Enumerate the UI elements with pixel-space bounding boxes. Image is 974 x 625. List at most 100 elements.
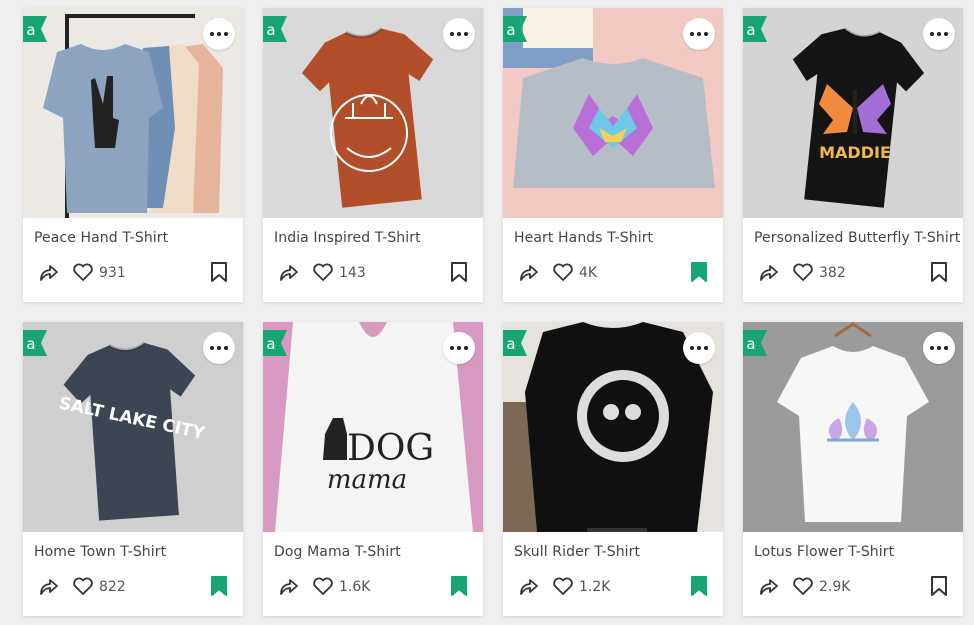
share-icon <box>277 260 301 289</box>
product-image[interactable]: a <box>503 8 723 218</box>
product-title[interactable]: India Inspired T-Shirt <box>274 230 421 246</box>
more-options-button[interactable] <box>683 18 715 50</box>
save-button[interactable] <box>449 261 469 288</box>
like-button[interactable] <box>71 576 95 600</box>
share-button[interactable] <box>757 576 781 600</box>
share-button[interactable] <box>277 576 301 600</box>
share-icon <box>757 260 781 289</box>
svg-text:a: a <box>506 335 515 353</box>
product-image[interactable]: a <box>23 8 243 218</box>
heart-icon <box>551 260 575 289</box>
more-dot-icon <box>450 346 454 350</box>
bookmark-icon <box>929 261 949 288</box>
heart-icon <box>311 574 335 603</box>
share-button[interactable] <box>277 262 301 286</box>
product-card[interactable]: DOG mama a Dog Mama T-Shirt 1.6K <box>263 322 483 616</box>
product-title[interactable]: Dog Mama T-Shirt <box>274 544 401 560</box>
like-button[interactable] <box>311 576 335 600</box>
product-title[interactable]: Peace Hand T-Shirt <box>34 230 168 246</box>
product-card[interactable]: a Lotus Flower T-Shirt 2.9K <box>743 322 963 616</box>
brand-badge-icon: a <box>23 16 47 42</box>
more-dot-icon <box>210 346 214 350</box>
product-card[interactable]: a Skull Rider T-Shirt 1.2K <box>503 322 723 616</box>
like-count: 822 <box>99 579 126 595</box>
save-button[interactable] <box>209 261 229 286</box>
share-button[interactable] <box>37 262 61 286</box>
product-image[interactable]: DOG mama a <box>263 322 483 532</box>
more-dot-icon <box>217 346 221 350</box>
svg-text:a: a <box>746 21 755 39</box>
more-options-button[interactable] <box>203 332 235 364</box>
like-button[interactable] <box>551 262 575 286</box>
heart-icon <box>311 260 335 289</box>
like-count: 4K <box>579 265 598 281</box>
bookmark-icon <box>689 261 709 288</box>
brand-badge-icon: a <box>743 16 767 42</box>
svg-text:a: a <box>746 335 755 353</box>
more-options-button[interactable] <box>683 332 715 364</box>
product-card[interactable]: a Heart Hands T-Shirt 4K <box>503 8 723 302</box>
like-count: 1.2K <box>579 579 611 595</box>
bookmark-icon <box>449 261 469 288</box>
svg-text:a: a <box>26 21 35 39</box>
product-card[interactable]: SALT LAKE CITY a Home Town T-Shirt 822 <box>23 322 243 616</box>
product-card[interactable]: MADDIE a Personalized Butterfly T-Shirt … <box>743 8 963 302</box>
product-title[interactable]: Lotus Flower T-Shirt <box>754 544 894 560</box>
like-button[interactable] <box>311 262 335 286</box>
more-dot-icon <box>210 32 214 36</box>
bookmark-icon <box>689 575 709 602</box>
more-dot-icon <box>450 32 454 36</box>
like-button[interactable] <box>791 576 815 600</box>
share-icon <box>37 260 61 289</box>
product-title[interactable]: Home Town T-Shirt <box>34 544 166 560</box>
save-button[interactable] <box>689 575 709 602</box>
like-count: 931 <box>99 265 126 281</box>
more-options-button[interactable] <box>443 18 475 50</box>
more-dot-icon <box>224 346 228 350</box>
bookmark-icon <box>929 575 949 602</box>
card-actions: 931 <box>35 261 231 286</box>
share-icon <box>517 260 541 289</box>
more-options-button[interactable] <box>923 332 955 364</box>
like-button[interactable] <box>551 576 575 600</box>
share-icon <box>757 574 781 603</box>
product-image[interactable]: a <box>263 8 483 218</box>
bookmark-icon <box>209 575 229 602</box>
save-button[interactable] <box>689 261 709 288</box>
product-title[interactable]: Heart Hands T-Shirt <box>514 230 653 246</box>
like-count: 1.6K <box>339 579 371 595</box>
product-title[interactable]: Skull Rider T-Shirt <box>514 544 640 560</box>
svg-text:mama: mama <box>327 465 407 495</box>
bookmark-icon <box>449 575 469 602</box>
product-title[interactable]: Personalized Butterfly T-Shirt <box>754 230 960 246</box>
product-image[interactable]: a <box>503 322 723 532</box>
product-image[interactable]: MADDIE a <box>743 8 963 218</box>
svg-text:MADDIE: MADDIE <box>819 143 891 162</box>
save-button[interactable] <box>449 575 469 602</box>
more-dot-icon <box>464 32 468 36</box>
like-button[interactable] <box>71 262 95 286</box>
share-button[interactable] <box>517 262 541 286</box>
share-button[interactable] <box>517 576 541 600</box>
share-button[interactable] <box>37 576 61 600</box>
more-options-button[interactable] <box>203 18 235 50</box>
heart-icon <box>71 260 95 289</box>
product-image[interactable]: a <box>743 322 963 532</box>
save-button[interactable] <box>209 575 229 602</box>
share-button[interactable] <box>757 262 781 286</box>
product-card[interactable]: a India Inspired T-Shirt 143 <box>263 8 483 302</box>
svg-text:a: a <box>266 21 275 39</box>
like-button[interactable] <box>791 262 815 286</box>
more-options-button[interactable] <box>443 332 475 364</box>
product-image[interactable]: SALT LAKE CITY a <box>23 322 243 532</box>
product-card[interactable]: a Peace Hand T-Shirt 931 <box>23 8 243 302</box>
save-button[interactable] <box>929 261 949 288</box>
share-icon <box>37 574 61 603</box>
more-dot-icon <box>457 32 461 36</box>
more-options-button[interactable] <box>923 18 955 50</box>
more-dot-icon <box>930 32 934 36</box>
svg-text:a: a <box>506 21 515 39</box>
save-button[interactable] <box>929 575 949 602</box>
card-actions: 382 <box>755 261 951 288</box>
card-actions: 143 <box>275 261 471 288</box>
